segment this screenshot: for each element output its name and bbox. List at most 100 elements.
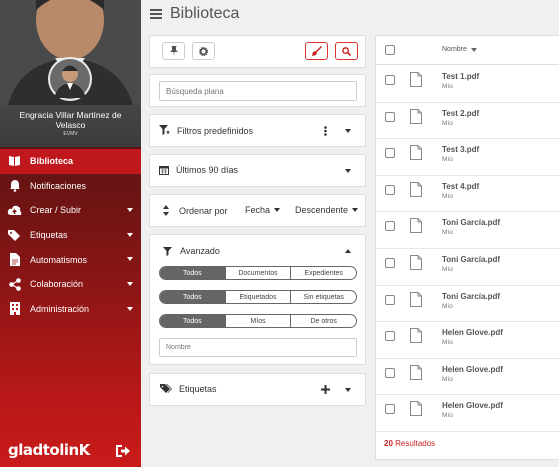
chevron-down-icon[interactable] bbox=[345, 388, 351, 392]
file-name[interactable]: Test 2.pdf bbox=[442, 109, 479, 118]
sidebar-item-etiquetas[interactable]: Etiquetas bbox=[0, 223, 141, 248]
results-header: Nombre bbox=[376, 36, 559, 65]
search-button[interactable] bbox=[335, 42, 358, 60]
results-count-label: Resultados bbox=[395, 439, 436, 448]
segment-sin-etiquetas[interactable]: Sin etiquetas bbox=[290, 291, 356, 303]
file-name[interactable]: Toni García.pdf bbox=[442, 292, 500, 301]
select-all-checkbox[interactable] bbox=[385, 45, 395, 55]
broom-icon bbox=[311, 46, 322, 56]
row-checkbox[interactable] bbox=[385, 331, 395, 342]
file-row[interactable]: Toni García.pdf Mío bbox=[376, 286, 559, 323]
file-row[interactable]: Helen Glove.pdf Mío bbox=[376, 322, 559, 359]
file-owner: Mío bbox=[442, 375, 453, 383]
filter-icon bbox=[163, 246, 172, 256]
name-filter-input[interactable] bbox=[159, 338, 357, 357]
tags-icon bbox=[160, 384, 172, 393]
predefined-filters-panel[interactable]: Filtros predefinidos bbox=[149, 114, 366, 147]
pin-button[interactable] bbox=[162, 42, 185, 60]
plus-icon[interactable] bbox=[321, 385, 330, 394]
chevron-down-icon bbox=[470, 47, 477, 52]
advanced-filters-panel: Avanzado Todos Documentos Expedientes To… bbox=[149, 234, 366, 365]
file-row[interactable]: Test 1.pdf Mío bbox=[376, 66, 559, 103]
file-icon bbox=[410, 218, 422, 234]
chevron-up-icon[interactable] bbox=[345, 249, 351, 253]
more-vertical-icon[interactable] bbox=[324, 126, 327, 136]
segment-todos[interactable]: Todos bbox=[160, 315, 225, 327]
file-name[interactable]: Test 3.pdf bbox=[442, 145, 479, 154]
chevron-down-icon bbox=[127, 257, 133, 262]
chevron-down-icon[interactable] bbox=[345, 169, 351, 173]
date-filter-panel[interactable]: Últimos 90 días bbox=[149, 154, 366, 187]
row-checkbox[interactable] bbox=[385, 294, 395, 305]
clear-filters-button[interactable] bbox=[305, 42, 328, 60]
file-name[interactable]: Test 4.pdf bbox=[442, 182, 479, 191]
file-row[interactable]: Test 4.pdf Mío bbox=[376, 176, 559, 213]
calendar-icon bbox=[159, 166, 169, 175]
hamburger-menu-icon[interactable] bbox=[150, 8, 162, 19]
sidebar-item-label: Etiquetas bbox=[30, 230, 68, 241]
file-row[interactable]: Helen Glove.pdf Mío bbox=[376, 359, 559, 396]
brand-logo: gladtolinK bbox=[8, 441, 90, 459]
row-checkbox[interactable] bbox=[385, 367, 395, 378]
sidebar-item-automatismos[interactable]: Automatismos bbox=[0, 247, 141, 272]
file-row[interactable]: Toni García.pdf Mío bbox=[376, 212, 559, 249]
file-icon bbox=[410, 108, 422, 124]
file-icon bbox=[410, 72, 422, 87]
row-checkbox[interactable] bbox=[385, 221, 395, 232]
sidebar-item-label: Biblioteca bbox=[30, 156, 74, 167]
building-icon bbox=[7, 302, 22, 316]
sidebar-item-crear-subir[interactable]: Crear / Subir bbox=[0, 198, 141, 223]
segment-etiquetados[interactable]: Etiquetados bbox=[224, 291, 291, 303]
segment-todos[interactable]: Todos bbox=[160, 267, 225, 279]
sidebar-item-administracion[interactable]: Administración bbox=[0, 297, 141, 322]
segment-mios[interactable]: Míos bbox=[224, 315, 291, 327]
file-name[interactable]: Toni García.pdf bbox=[442, 218, 500, 227]
settings-button[interactable] bbox=[192, 42, 215, 60]
sort-panel: Ordenar por Fecha Descendente bbox=[149, 194, 366, 227]
sidebar-item-label: Colaboración bbox=[30, 279, 84, 290]
search-input[interactable] bbox=[159, 81, 357, 101]
logout-icon[interactable] bbox=[114, 443, 132, 459]
file-name[interactable]: Test 1.pdf bbox=[442, 72, 479, 81]
sidebar-item-notificaciones[interactable]: Notificaciones bbox=[0, 174, 141, 199]
advanced-toggle[interactable]: Avanzado bbox=[163, 246, 220, 256]
file-name[interactable]: Helen Glove.pdf bbox=[442, 328, 503, 337]
sidebar-item-biblioteca[interactable]: Biblioteca bbox=[0, 149, 141, 174]
sort-field-select[interactable]: Fecha bbox=[245, 205, 281, 215]
file-owner: Mío bbox=[442, 229, 453, 237]
row-checkbox[interactable] bbox=[385, 258, 395, 268]
segment-todos[interactable]: Todos bbox=[160, 291, 225, 303]
cloud-upload-icon bbox=[7, 203, 22, 217]
pin-icon bbox=[169, 46, 178, 56]
row-checkbox[interactable] bbox=[385, 148, 395, 159]
file-name[interactable]: Toni García.pdf bbox=[442, 255, 500, 264]
file-row[interactable]: Toni García.pdf Mío bbox=[376, 249, 559, 286]
chevron-down-icon bbox=[127, 208, 133, 213]
filter-star-icon bbox=[159, 125, 170, 135]
file-row[interactable]: Helen Glove.pdf Mío bbox=[376, 395, 559, 432]
results-count-number: 20 bbox=[384, 439, 393, 448]
share-icon bbox=[7, 277, 22, 291]
type-segmented-control: Todos Documentos Expedientes bbox=[159, 266, 357, 280]
row-checkbox[interactable] bbox=[385, 111, 395, 122]
row-checkbox[interactable] bbox=[385, 75, 395, 85]
file-row[interactable]: Test 2.pdf Mío bbox=[376, 103, 559, 140]
tagged-segmented-control: Todos Etiquetados Sin etiquetas bbox=[159, 290, 357, 304]
sort-direction-select[interactable]: Descendente bbox=[295, 205, 359, 215]
chevron-down-icon[interactable] bbox=[345, 129, 351, 133]
segment-de-otros[interactable]: De otros bbox=[290, 315, 356, 327]
row-checkbox[interactable] bbox=[385, 184, 395, 195]
file-icon bbox=[410, 291, 422, 307]
sidebar-item-colaboracion[interactable]: Colaboración bbox=[0, 272, 141, 297]
segment-expedientes[interactable]: Expedientes bbox=[290, 267, 356, 279]
file-row[interactable]: Test 3.pdf Mío bbox=[376, 139, 559, 176]
chevron-down-icon bbox=[127, 232, 133, 237]
document-icon bbox=[7, 253, 22, 267]
segment-documentos[interactable]: Documentos bbox=[224, 267, 291, 279]
row-checkbox[interactable] bbox=[385, 404, 395, 415]
file-name[interactable]: Helen Glove.pdf bbox=[442, 365, 503, 374]
name-column-header[interactable]: Nombre bbox=[442, 46, 477, 53]
file-name[interactable]: Helen Glove.pdf bbox=[442, 401, 503, 410]
results-panel: Nombre Test 1.pdf Mío Test 2.pdf Mío Test 3.… bbox=[375, 35, 559, 460]
avatar[interactable] bbox=[0, 0, 141, 105]
